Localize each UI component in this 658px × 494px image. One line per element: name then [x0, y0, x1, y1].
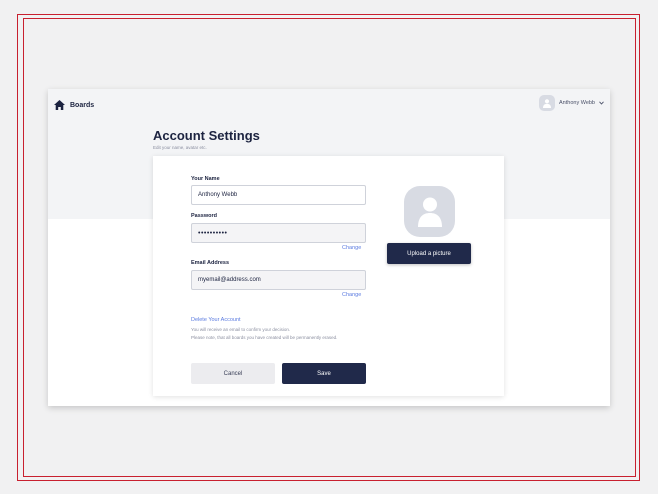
avatar [539, 95, 556, 111]
password-change-link[interactable]: Change [342, 245, 361, 251]
password-field[interactable]: •••••••••• [191, 223, 366, 243]
delete-warning: Please note, that all boards you have cr… [191, 335, 338, 340]
delete-note: You will receive an email to confirm you… [191, 327, 291, 332]
user-icon [543, 98, 552, 108]
page-title: Account Settings [153, 128, 260, 143]
user-icon [417, 197, 442, 227]
name-field[interactable]: Anthony Webb [191, 185, 366, 205]
chevron-down-icon [599, 101, 604, 105]
cancel-button[interactable]: Cancel [191, 363, 275, 384]
email-field[interactable]: myemail@address.com [191, 270, 366, 290]
settings-card: Your Name Anthony Webb Password ••••••••… [153, 156, 504, 396]
boards-nav-link[interactable]: Boards [54, 97, 94, 113]
avatar-preview [404, 186, 455, 237]
app-window: Boards Anthony Webb Account Settings Edi… [48, 89, 610, 406]
home-icon [54, 100, 65, 110]
brand-label: Boards [70, 101, 95, 109]
user-name: Anthony Webb [559, 100, 595, 106]
password-label: Password [191, 213, 217, 219]
email-change-link[interactable]: Change [342, 292, 361, 298]
save-button[interactable]: Save [282, 363, 366, 384]
delete-account-link[interactable]: Delete Your Account [191, 317, 241, 323]
name-label: Your Name [191, 176, 220, 182]
user-menu[interactable]: Anthony Webb [539, 95, 604, 111]
upload-picture-button[interactable]: Upload a picture [387, 243, 471, 264]
email-label: Email Address [191, 260, 230, 266]
page-subtitle: Edit your name, avatar etc. [153, 145, 207, 150]
